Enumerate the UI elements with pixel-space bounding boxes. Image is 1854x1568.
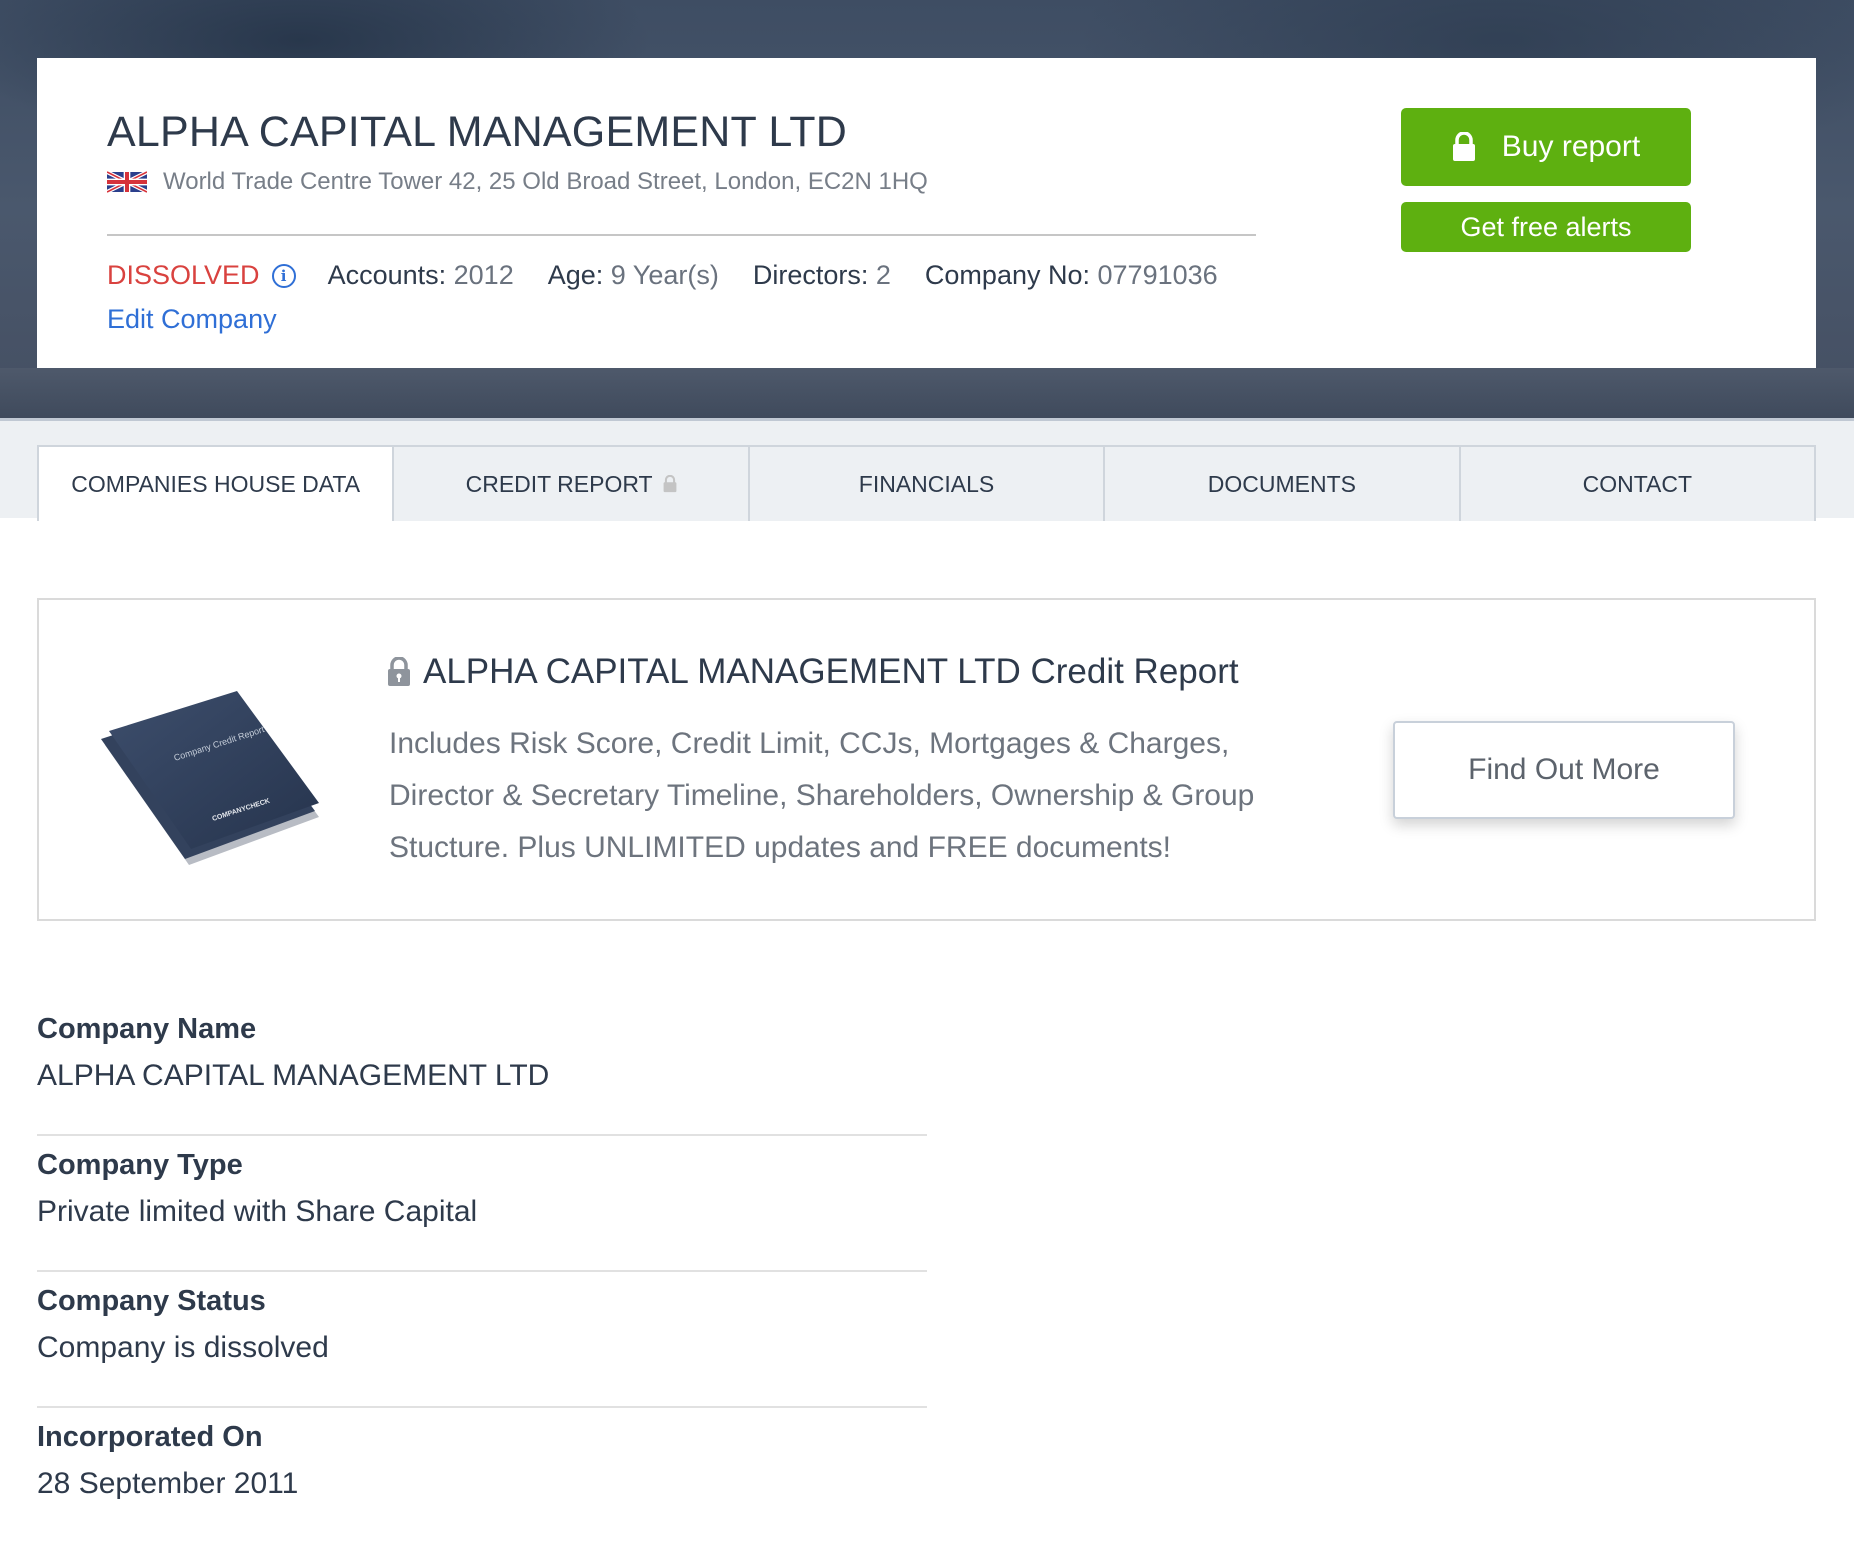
find-out-more-button[interactable]: Find Out More — [1393, 721, 1735, 819]
tab-contact[interactable]: CONTACT — [1460, 447, 1815, 521]
stats-row: DISSOLVED i Accounts: 2012 Age: 9 Year(s… — [107, 260, 1252, 291]
company-details-list: Company Name ALPHA CAPITAL MANAGEMENT LT… — [37, 1000, 927, 1544]
tabs: COMPANIES HOUSE DATA CREDIT REPORT FINAN… — [37, 445, 1816, 521]
detail-label: Company Name — [37, 1013, 257, 1045]
stat-label: Accounts: — [327, 260, 447, 290]
hero-background-bottom — [0, 368, 1854, 418]
get-free-alerts-button[interactable]: Get free alerts — [1401, 202, 1691, 252]
stat-company-number: Company No: 07791036 — [925, 260, 1218, 291]
tab-bar: COMPANIES HOUSE DATA CREDIT REPORT FINAN… — [0, 418, 1854, 521]
buy-report-label: Buy report — [1501, 130, 1641, 163]
tab-label: CREDIT REPORT — [465, 470, 653, 497]
detail-label: Incorporated On — [37, 1421, 263, 1453]
tab-companies-house-data[interactable]: COMPANIES HOUSE DATA — [39, 447, 395, 521]
company-header-card: ALPHA CAPITAL MANAGEMENT LTD World Trade… — [37, 58, 1816, 368]
edit-company-link[interactable]: Edit Company — [107, 304, 277, 335]
detail-label: Company Status — [37, 1285, 266, 1317]
stat-value: 2012 — [453, 260, 514, 290]
status-badge: DISSOLVED — [107, 260, 260, 290]
stat-value: 9 Year(s) — [610, 260, 719, 290]
promo-description: Includes Risk Score, Credit Limit, CCJs,… — [389, 727, 1255, 864]
tab-label: DOCUMENTS — [1207, 470, 1357, 497]
uk-flag-icon — [107, 170, 147, 194]
stat-age: Age: 9 Year(s) — [548, 260, 719, 291]
detail-value: ALPHA CAPITAL MANAGEMENT LTD — [37, 1059, 550, 1092]
detail-value: 28 September 2011 — [37, 1467, 299, 1500]
tab-financials[interactable]: FINANCIALS — [749, 447, 1106, 521]
credit-report-booklet-image: Company Credit Report COMPANYCHECK — [101, 691, 319, 865]
lock-icon — [663, 475, 677, 493]
tab-documents[interactable]: DOCUMENTS — [1105, 447, 1461, 521]
stat-value: 2 — [875, 260, 891, 290]
info-icon[interactable]: i — [271, 263, 296, 288]
stat-label: Company No: — [924, 260, 1090, 290]
stat-label: Directors: — [752, 260, 869, 290]
credit-report-promo: Company Credit Report COMPANYCHECK ALPHA… — [37, 598, 1816, 921]
tab-label: CONTACT — [1582, 470, 1693, 497]
detail-label: Company Type — [37, 1149, 243, 1181]
address-row: World Trade Centre Tower 42, 25 Old Broa… — [107, 168, 928, 196]
promo-title-text: ALPHA CAPITAL MANAGEMENT LTD Credit Repo… — [423, 652, 1239, 691]
stat-value: 07791036 — [1097, 260, 1218, 290]
detail-incorporated-on: Incorporated On 28 September 2011 — [37, 1408, 927, 1544]
header-divider — [107, 234, 1256, 236]
tab-label: COMPANIES HOUSE DATA — [71, 470, 361, 497]
detail-company-name: Company Name ALPHA CAPITAL MANAGEMENT LT… — [37, 1000, 927, 1136]
lock-icon — [1452, 132, 1475, 161]
stat-label: Age: — [547, 260, 604, 290]
detail-value: Company is dissolved — [37, 1331, 329, 1364]
promo-title: ALPHA CAPITAL MANAGEMENT LTD Credit Repo… — [387, 652, 1239, 692]
detail-value: Private limited with Share Capital — [37, 1195, 478, 1228]
tab-label: FINANCIALS — [858, 470, 995, 497]
detail-company-type: Company Type Private limited with Share … — [37, 1136, 927, 1272]
company-title: ALPHA CAPITAL MANAGEMENT LTD — [107, 108, 847, 156]
company-address: World Trade Centre Tower 42, 25 Old Broa… — [163, 168, 928, 195]
stat-directors: Directors: 2 — [753, 260, 891, 291]
detail-company-status: Company Status Company is dissolved — [37, 1272, 927, 1408]
tab-credit-report[interactable]: CREDIT REPORT — [394, 447, 750, 521]
stat-accounts: Accounts: 2012 — [328, 260, 514, 291]
lock-icon — [388, 657, 410, 686]
buy-report-button[interactable]: Buy report — [1401, 108, 1691, 186]
